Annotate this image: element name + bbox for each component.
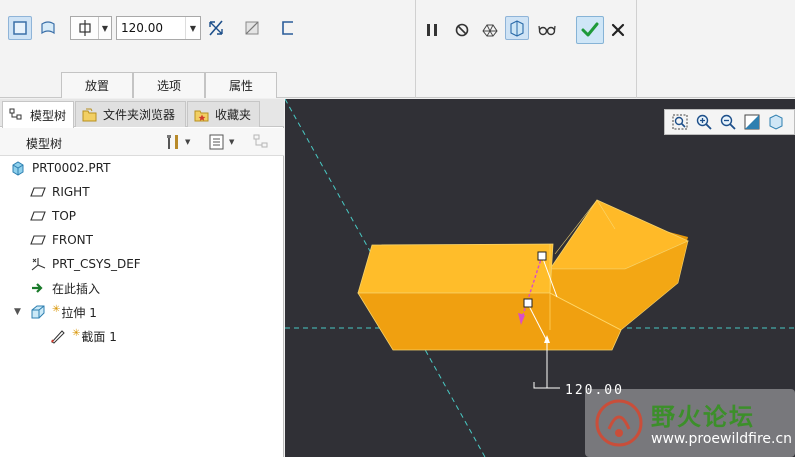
tree-item-section[interactable]: ✳ 截面 1 <box>50 325 117 347</box>
folder-browser-icon <box>82 108 97 121</box>
no-preview-button[interactable] <box>450 18 474 42</box>
pause-button[interactable] <box>420 18 444 42</box>
tab-model-tree-label: 模型树 <box>30 108 67 123</box>
chevron-down-icon: ▼ <box>185 138 191 146</box>
feature-dashboard: ▼ ▼ <box>0 0 795 98</box>
geometry-preview-button[interactable] <box>478 18 502 42</box>
graphics-viewport[interactable]: 120.00 野火论坛 www.proewildfire.cn <box>285 99 795 457</box>
thicken-sketch-button[interactable] <box>276 16 300 40</box>
zoom-out-icon[interactable] <box>719 113 737 131</box>
tools-icon <box>167 135 178 149</box>
graphics-toolbar <box>664 109 795 135</box>
ok-button[interactable] <box>576 16 604 44</box>
tree-item-label: TOP <box>52 209 77 223</box>
favorites-icon <box>194 110 209 121</box>
insert-here-arrow-icon <box>32 283 43 293</box>
no-preview-icon <box>455 23 469 37</box>
tree-filter-icon <box>253 134 268 148</box>
blind-depth-icon <box>78 20 91 36</box>
navigator-panel: 模型树 文件夹浏览器 收藏夹 模型树 ▼ ▼ PRT0002.PRT RIGHT… <box>0 99 284 457</box>
checkmark-icon <box>581 22 599 37</box>
watermark-title: 野火论坛 <box>651 403 755 431</box>
tree-item-insert-here[interactable]: 在此插入 <box>30 277 100 299</box>
feature-preview-icon <box>510 20 524 37</box>
tree-item-top[interactable]: TOP <box>30 205 76 227</box>
extrude-solid-button[interactable] <box>8 16 32 40</box>
datum-plane-icon <box>30 187 46 197</box>
refit-icon[interactable] <box>671 113 689 131</box>
model-tree-header: 模型树 ▼ ▼ <box>0 128 284 156</box>
tab-favorites[interactable]: 收藏夹 <box>187 101 260 127</box>
thicken-icon <box>282 21 293 35</box>
depth-value-combo[interactable]: ▼ <box>116 16 201 40</box>
feature-preview-button[interactable] <box>505 16 529 40</box>
tree-item-label: PRT0002.PRT <box>32 161 111 175</box>
sketch-icon <box>51 330 65 344</box>
glasses-icon <box>538 25 556 36</box>
tree-item-label: FRONT <box>52 233 93 247</box>
new-feature-star-icon: ✳ <box>72 328 81 339</box>
list-settings-icon <box>209 134 224 150</box>
tree-item-part[interactable]: PRT0002.PRT <box>10 157 110 179</box>
pause-icon <box>427 24 437 36</box>
tree-settings-button[interactable]: ▼ <box>164 132 190 152</box>
tree-item-label: RIGHT <box>52 185 90 199</box>
tab-model-tree[interactable]: 模型树 <box>2 101 74 128</box>
tree-item-label: 在此插入 <box>52 281 101 296</box>
depth-drag-handle[interactable] <box>537 251 547 261</box>
solid-icon <box>13 21 27 35</box>
repaint-icon[interactable] <box>743 113 761 131</box>
display-style-icon[interactable] <box>767 113 785 131</box>
extrude-surface-button[interactable] <box>36 16 60 40</box>
depth-value-input[interactable] <box>117 18 185 38</box>
datum-plane-icon <box>30 235 46 245</box>
extrude-icon <box>31 305 45 319</box>
coordinate-system-icon <box>31 258 46 271</box>
tree-item-csys[interactable]: PRT_CSYS_DEF <box>30 253 141 275</box>
flip-direction-button[interactable] <box>204 16 228 40</box>
forum-watermark: 野火论坛 www.proewildfire.cn <box>585 389 795 457</box>
flip-direction-icon <box>209 20 223 36</box>
origin-drag-handle[interactable] <box>523 298 533 308</box>
show-options-button[interactable]: ▼ <box>208 132 234 152</box>
remove-material-icon <box>245 21 259 35</box>
preview-mesh-icon <box>482 24 498 37</box>
chevron-down-icon[interactable]: ▼ <box>185 17 200 39</box>
model-tree-icon <box>9 108 22 120</box>
ribbon-divider <box>415 0 416 98</box>
ribbon-divider <box>636 0 637 98</box>
datum-plane-icon <box>30 211 46 221</box>
tree-item-label: PRT_CSYS_DEF <box>52 257 141 271</box>
watermark-url: www.proewildfire.cn <box>651 431 793 447</box>
collapse-arrow-icon[interactable]: ▼ <box>14 307 24 317</box>
tree-item-label: 截面 1 <box>81 329 117 344</box>
remove-material-button[interactable] <box>240 16 264 40</box>
forum-logo-icon <box>595 399 643 447</box>
chevron-down-icon: ▼ <box>229 138 235 146</box>
tab-placement[interactable]: 放置 <box>61 72 133 98</box>
navigator-tabs: 模型树 文件夹浏览器 收藏夹 <box>0 99 284 128</box>
new-feature-star-icon: ✳ <box>52 304 61 315</box>
tab-folder-browser-label: 文件夹浏览器 <box>103 108 176 122</box>
tab-folder-browser[interactable]: 文件夹浏览器 <box>75 101 186 127</box>
chevron-down-icon: ▼ <box>101 23 109 33</box>
part-icon <box>12 161 24 176</box>
tab-favorites-label: 收藏夹 <box>215 108 252 122</box>
close-icon <box>611 23 625 37</box>
tab-properties[interactable]: 属性 <box>205 72 277 98</box>
model-tree-title: 模型树 <box>26 137 63 151</box>
depth-option-dropdown[interactable]: ▼ <box>70 16 112 40</box>
verify-button[interactable] <box>535 18 559 42</box>
tree-filter-button[interactable] <box>252 132 270 152</box>
tab-options[interactable]: 选项 <box>133 72 205 98</box>
tree-item-right[interactable]: RIGHT <box>30 181 90 203</box>
zoom-in-icon[interactable] <box>695 113 713 131</box>
cancel-button[interactable] <box>606 18 630 42</box>
surface-icon <box>41 21 55 35</box>
tree-item-front[interactable]: FRONT <box>30 229 93 251</box>
tree-item-extrude[interactable]: ▼ ✳ 拉伸 1 <box>14 301 97 323</box>
tree-item-label: 拉伸 1 <box>61 305 97 320</box>
